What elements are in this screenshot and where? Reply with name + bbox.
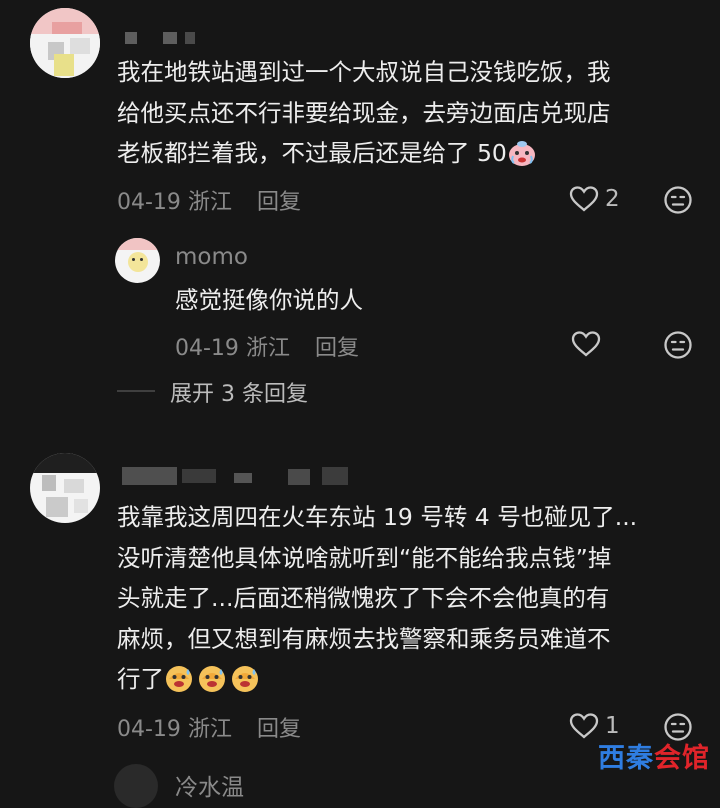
like-button[interactable]: 2: [569, 185, 620, 213]
heart-outline-icon: [569, 713, 599, 739]
crying-face-emoji: [507, 139, 537, 180]
sweating-face-emoji: [164, 663, 260, 706]
avatar[interactable]: [114, 764, 158, 808]
comment-line: 麻烦，但又想到有麻烦去找警察和乘务员难道不: [117, 624, 611, 653]
comment-line: 我靠我这周四在火车东站 19 号转 4 号也碰见了...: [117, 503, 638, 531]
dislike-button[interactable]: [663, 330, 693, 364]
like-count: 2: [605, 186, 620, 212]
reply-item: momo 感觉挺像你说的人 04-19 浙江 回复: [0, 230, 720, 370]
comment-line: 给他买点还不行非要给现金，去旁边面店兑现店: [117, 98, 611, 127]
comment-line: 感觉挺像你说的人: [175, 286, 363, 314]
comment-line: 头就走了...后面还稍微愧疚了下会不会他真的有: [117, 584, 610, 612]
reply-button[interactable]: 回复: [257, 717, 301, 742]
comment-date: 04-19: [117, 717, 181, 742]
meh-face-icon: [664, 186, 692, 214]
comment-line: 没听清楚他具体说啥就听到“能不能给我点钱”掉: [117, 543, 612, 572]
username[interactable]: 冷水温: [175, 768, 244, 802]
comment-line: 行了: [117, 659, 637, 706]
heart-outline-icon: [569, 186, 599, 212]
username-obscured[interactable]: [122, 467, 352, 487]
comment-text: 我靠我这周四在火车东站 19 号转 4 号也碰见了... 没听清楚他具体说啥就听…: [117, 497, 637, 706]
reply-button[interactable]: 回复: [315, 336, 359, 361]
comment-meta: 04-19 浙江 回复: [175, 330, 359, 362]
expand-divider: [117, 390, 155, 392]
heart-outline-icon: [571, 331, 601, 357]
avatar[interactable]: [30, 453, 100, 523]
comment-line: 我在地铁站遇到过一个大叔说自己没钱吃饭，我: [117, 58, 611, 86]
comment-location: 浙江: [187, 190, 232, 215]
avatar[interactable]: [30, 8, 100, 78]
comment-meta: 04-19 浙江 回复: [117, 711, 301, 743]
comment-meta: 04-19 浙江 回复: [117, 184, 301, 216]
comment-item: 我在地铁站遇到过一个大叔说自己没钱吃饭，我 给他买点还不行非要给现金，去旁边面店…: [0, 0, 720, 230]
comment-line: 老板都拦着我，不过最后还是给了 50: [117, 133, 611, 180]
expand-replies-button[interactable]: 展开 3 条回复: [170, 376, 308, 408]
comment-text: 我在地铁站遇到过一个大叔说自己没钱吃饭，我 给他买点还不行非要给现金，去旁边面店…: [117, 52, 611, 180]
like-button[interactable]: [571, 330, 601, 358]
avatar[interactable]: [115, 238, 160, 283]
dislike-button[interactable]: [663, 185, 693, 219]
username-obscured[interactable]: [125, 32, 205, 44]
comment-date: 04-19: [117, 190, 181, 215]
comment-date: 04-19: [175, 336, 239, 361]
watermark-logo: 西秦会馆: [598, 743, 710, 774]
comment-text: 感觉挺像你说的人: [175, 280, 363, 321]
meh-face-icon: [664, 331, 692, 359]
username[interactable]: momo: [175, 244, 248, 270]
comment-item: 我靠我这周四在火车东站 19 号转 4 号也碰见了... 没听清楚他具体说啥就听…: [0, 445, 720, 745]
comment-location: 浙江: [245, 336, 290, 361]
comment-location: 浙江: [187, 717, 232, 742]
reply-button[interactable]: 回复: [257, 190, 301, 215]
